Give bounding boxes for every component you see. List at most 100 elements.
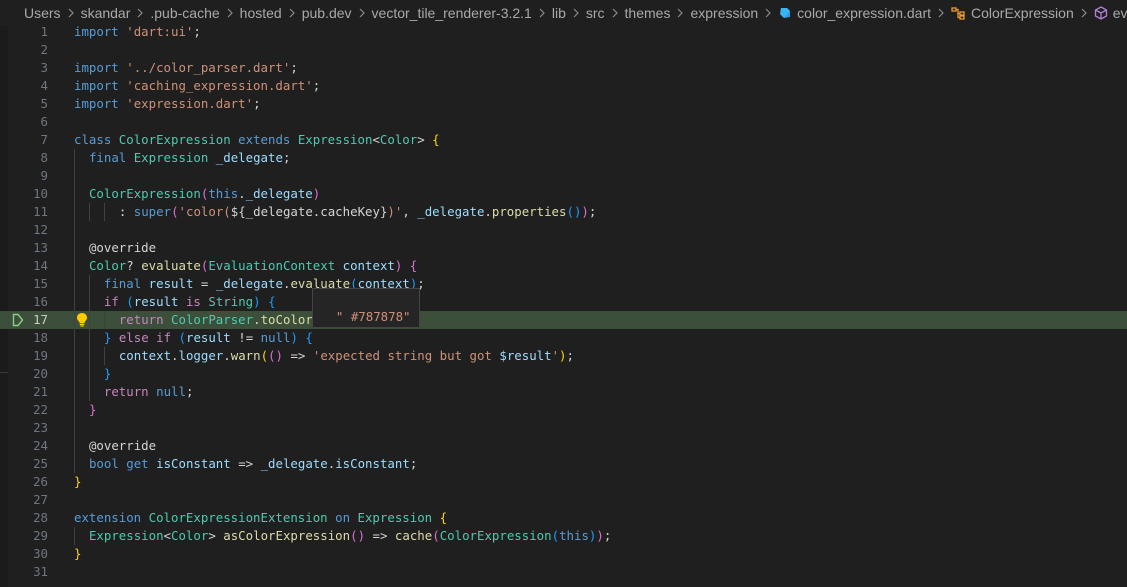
chevron-right-icon [764,8,772,18]
code-line[interactable]: 12 [0,221,1127,239]
line-number: 23 [33,420,48,435]
line-number: 12 [33,222,48,237]
chevron-right-icon [226,8,234,18]
line-number: 9 [40,168,48,183]
breadcrumb-item[interactable]: lib [552,5,566,21]
code-text: return null; [103,384,194,399]
code-text: if (result is String) { [103,294,276,309]
breadcrumb-item[interactable]: .pub-cache [150,5,219,21]
breadcrumb-item[interactable]: expression [690,5,758,21]
line-number: 16 [33,294,48,309]
code-line[interactable]: 23 [0,419,1127,437]
chevron-right-icon [288,8,296,18]
code-line[interactable]: 9 [0,167,1127,185]
code-line[interactable]: 10 ColorExpression(this._delegate) [0,185,1127,203]
code-text: ColorExpression(this._delegate) [88,186,321,201]
line-number: 13 [33,240,48,255]
code-line[interactable]: 19 context.logger.warn(() => 'expected s… [0,347,1127,365]
chevron-right-icon [676,8,684,18]
code-line[interactable]: 16 if (result is String) { [0,293,1127,311]
line-number: 2 [40,42,48,57]
code-text: } [74,474,82,489]
code-line[interactable]: 26} [0,473,1127,491]
line-number: 7 [40,132,48,147]
code-text: } [74,546,82,561]
chevron-right-icon [611,8,619,18]
breadcrumb-label: src [585,5,605,21]
code-text: class ColorExpression extends Expression… [74,132,440,147]
code-line[interactable]: 15 final result = _delegate.evaluate(con… [0,275,1127,293]
line-number: 19 [33,348,48,363]
line-number: 28 [33,510,48,525]
line-number: 10 [33,186,48,201]
code-editor[interactable]: 1 import 'dart:ui'; 2 3 import '../color_par… [0,23,1127,581]
code-line[interactable]: 4 import 'caching_expression.dart'; [0,77,1127,95]
code-text: final Expression _delegate; [88,150,291,165]
breadcrumb-item[interactable]: pub.dev [302,5,352,21]
chevron-right-icon [67,8,75,18]
code-text: Expression<Color> asColorExpression() =>… [88,528,612,543]
breadcrumb-label: hosted [239,5,282,21]
breadcrumb-item[interactable]: skandar [81,5,131,21]
code-text: import 'caching_expression.dart'; [74,78,321,93]
line-number: 1 [40,24,48,39]
code-line[interactable]: 28 extension ColorExpressionExtension on … [0,509,1127,527]
code-text: Color? evaluate(EvaluationContext contex… [88,258,418,273]
code-line[interactable]: 17 return ColorParser.toColor(result); [0,311,1127,329]
code-line[interactable]: 21 return null; [0,383,1127,401]
code-line[interactable]: 30} [0,545,1127,563]
code-line[interactable]: 7 class ColorExpression extends Expressio… [0,131,1127,149]
code-text: import 'dart:ui'; [74,24,201,39]
code-line[interactable]: 14 Color? evaluate(EvaluationContext con… [0,257,1127,275]
code-line[interactable]: 31 [0,563,1127,581]
line-number: 14 [33,258,48,273]
code-line[interactable]: 29 Expression<Color> asColorExpression()… [0,527,1127,545]
breadcrumb-label: .pub-cache [150,5,220,21]
line-number: 11 [33,204,48,219]
line-number: 24 [33,438,48,453]
line-number: 27 [33,492,48,507]
breadcrumb-label: evaluate [1112,5,1127,21]
chevron-right-icon [572,8,580,18]
code-line[interactable]: 25 bool get isConstant => _delegate.isCo… [0,455,1127,473]
breadcrumb-label: lib [551,5,566,21]
code-text: context.logger.warn(() => 'expected stri… [118,348,574,363]
code-text: @override [88,240,157,255]
breadcrumb-item[interactable]: hosted [240,5,282,21]
line-number: 29 [33,528,48,543]
breadcrumb-item[interactable]: vector_tile_renderer-3.2.1 [372,5,532,21]
line-number: 22 [33,402,48,417]
code-line[interactable]: 8 final Expression _delegate; [0,149,1127,167]
breadcrumb-label: Users [24,5,61,21]
code-line[interactable]: 11 : super('color(${_delegate.cacheKey})… [0,203,1127,221]
line-number: 15 [33,276,48,291]
breadcrumb-label: vector_tile_renderer-3.2.1 [371,5,532,21]
breadcrumb-item[interactable]: src [586,5,605,21]
code-line[interactable]: 22 } [0,401,1127,419]
code-line[interactable]: 5 import 'expression.dart'; [0,95,1127,113]
code-line[interactable]: 1 import 'dart:ui'; [0,23,1127,41]
breadcrumb-item[interactable]: Users [24,5,61,21]
line-number: 8 [40,150,48,165]
code-line[interactable]: 20 } [0,365,1127,383]
code-line[interactable]: 24 @override [0,437,1127,455]
line-number: 4 [40,78,48,93]
chevron-right-icon [1080,8,1088,18]
code-text: } [88,402,97,417]
line-number: 25 [33,456,48,471]
code-line[interactable]: 2 [0,41,1127,59]
line-number: 26 [33,474,48,489]
breadcrumb-label: themes [624,5,671,21]
breadcrumb-item[interactable]: themes [625,5,671,21]
code-line[interactable]: 3 import '../color_parser.dart'; [0,59,1127,77]
code-line[interactable]: 18 } else if (result != null) { [0,329,1127,347]
code-text: extension ColorExpressionExtension on Ex… [74,510,448,525]
line-number: 18 [33,330,48,345]
code-line[interactable]: 13 @override [0,239,1127,257]
breadcrumb-item[interactable]: evaluate [1094,5,1127,21]
code-line[interactable]: 6 [0,113,1127,131]
breadcrumb-item[interactable]: ColorExpression [951,5,1074,21]
code-line[interactable]: 27 [0,491,1127,509]
breadcrumb-label: ColorExpression [971,5,1074,21]
breadcrumb-item[interactable]: color_expression.dart [778,5,931,21]
